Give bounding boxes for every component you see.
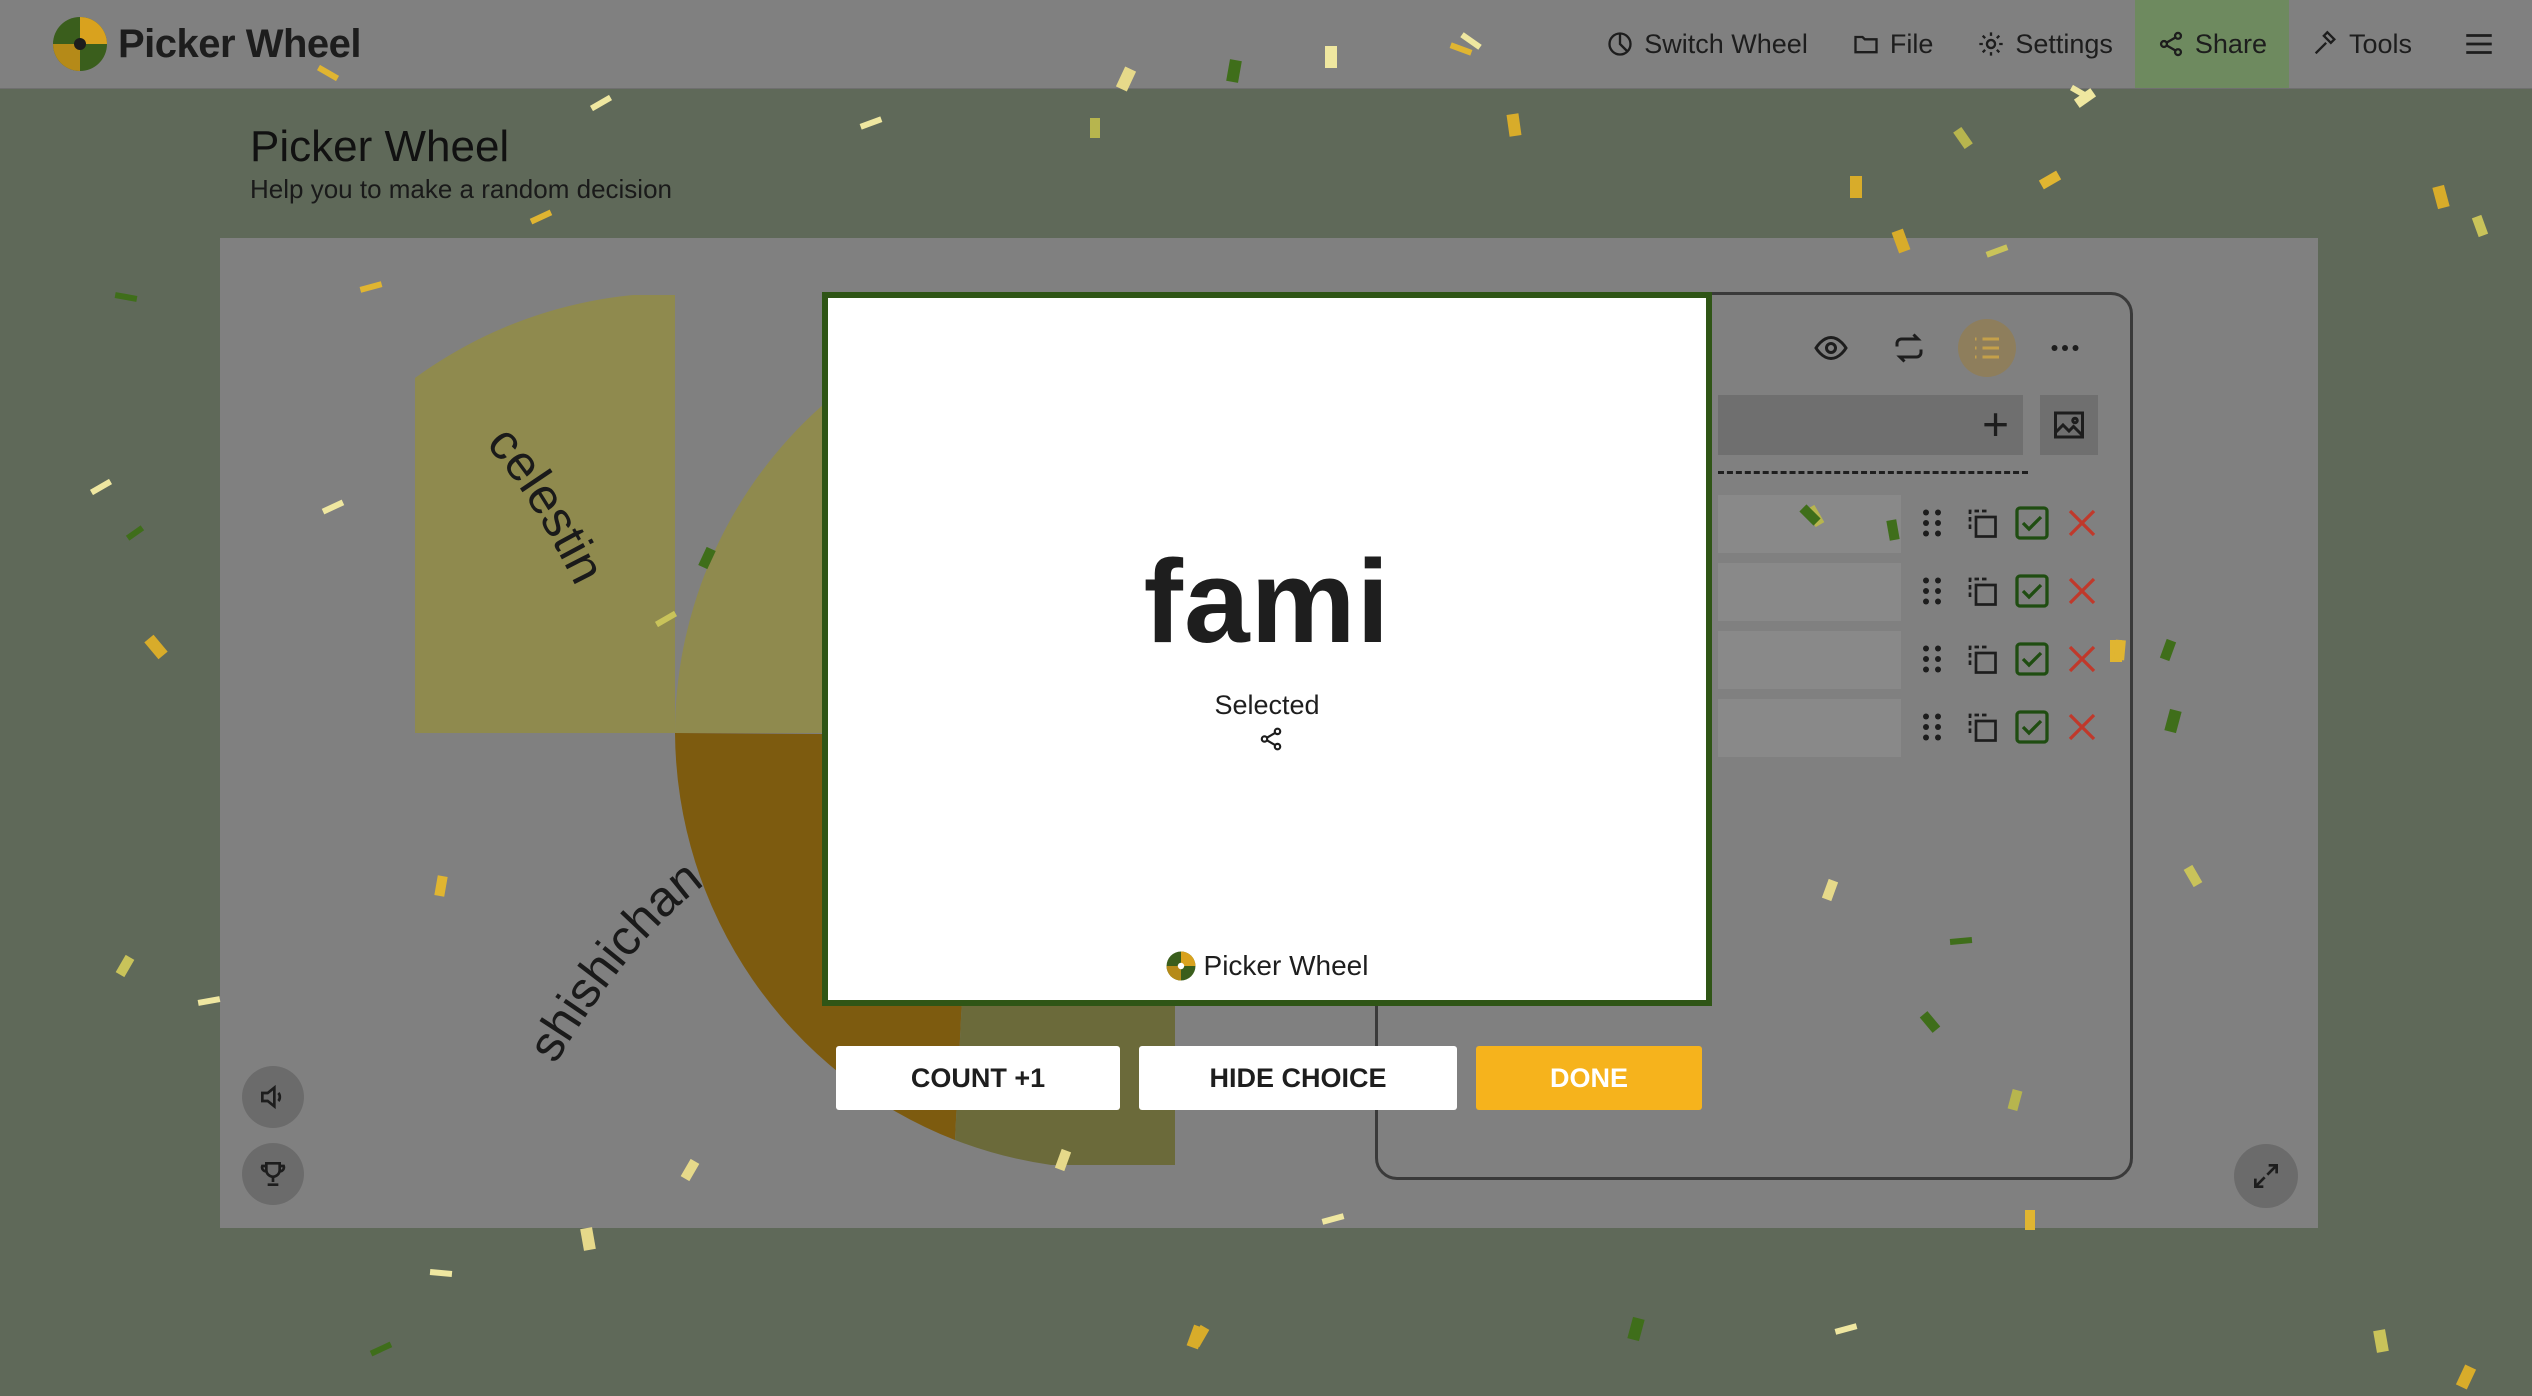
list-icon — [1975, 337, 1999, 359]
share-icon — [2159, 31, 2182, 57]
selected-result: fami — [1143, 536, 1391, 668]
gear-icon — [1979, 32, 2004, 56]
entries-divider — [1718, 471, 2028, 474]
main-nav: Switch Wheel File Settings Share Tools — [1584, 0, 2532, 88]
drag-handle-icon[interactable] — [1914, 641, 1950, 677]
repeat-icon — [1895, 333, 1923, 363]
duplicate-icon[interactable] — [1964, 641, 2000, 677]
modal-brand-name: Picker Wheel — [1203, 950, 1369, 981]
add-image-button[interactable] — [2040, 395, 2098, 455]
nav-switch-wheel[interactable]: Switch Wheel — [1584, 0, 1830, 88]
nav-share[interactable]: Share — [2134, 0, 2289, 88]
drag-handle-icon[interactable] — [1914, 505, 1950, 541]
list-item — [1718, 631, 2118, 689]
nav-tools[interactable]: Tools — [2289, 0, 2434, 88]
checkbox-checked-icon[interactable] — [2014, 709, 2050, 745]
share-result-icon[interactable] — [1258, 726, 1284, 752]
wheel-label-shishichan: shishichan — [517, 849, 712, 1070]
nav-share-label: Share — [2194, 28, 2267, 59]
nav-switch-wheel-label: Switch Wheel — [1644, 28, 1808, 59]
pie-chart-icon — [1608, 32, 1632, 56]
entry-field[interactable] — [1718, 495, 1901, 553]
nav-settings-label: Settings — [2015, 28, 2113, 59]
entries-toolbar — [1802, 319, 2094, 377]
plus-icon[interactable]: + — [1982, 401, 2009, 447]
speaker-icon — [261, 1084, 282, 1110]
drag-handle-icon[interactable] — [1914, 573, 1950, 609]
toggle-visibility-button[interactable] — [1802, 319, 1860, 377]
page-title: Picker Wheel — [250, 122, 510, 171]
picker-wheel-logo-icon — [53, 17, 107, 71]
trophy-icon — [260, 1162, 286, 1186]
page-subtitle: Help you to make a random decision — [250, 174, 673, 204]
result-status: Selected — [1214, 690, 1320, 720]
checkbox-checked-icon[interactable] — [2014, 641, 2050, 677]
done-button[interactable]: DONE — [1476, 1046, 1702, 1110]
delete-icon[interactable] — [2064, 641, 2100, 677]
duplicate-icon[interactable] — [1964, 709, 2000, 745]
nav-file-label: File — [1889, 28, 1934, 59]
checkbox-checked-icon[interactable] — [2014, 573, 2050, 609]
image-icon — [2054, 411, 2084, 439]
add-entry-input[interactable]: + — [1718, 395, 2023, 455]
duplicate-icon[interactable] — [1964, 505, 2000, 541]
picker-wheel-logo-icon — [1166, 951, 1195, 981]
entry-field[interactable] — [1718, 631, 1901, 689]
checkbox-checked-icon[interactable] — [2014, 505, 2050, 541]
nav-file[interactable]: File — [1830, 0, 1956, 88]
nav-settings[interactable]: Settings — [1955, 0, 2135, 88]
entry-field[interactable] — [1718, 563, 1901, 621]
eye-icon — [1814, 335, 1848, 361]
modal-brand: Picker Wheel — [828, 950, 1706, 982]
duplicate-icon[interactable] — [1964, 573, 2000, 609]
count-plus-one-button[interactable]: COUNT +1 — [836, 1046, 1120, 1110]
top-navbar: Picker Wheel Switch Wheel File Settings … — [0, 0, 2532, 89]
nav-tools-label: Tools — [2348, 28, 2412, 59]
shuffle-button[interactable] — [1880, 319, 1938, 377]
folder-icon — [1854, 35, 1878, 54]
list-item — [1718, 563, 2118, 621]
fullscreen-button[interactable] — [2234, 1144, 2298, 1208]
list-item — [1718, 495, 2118, 553]
page-header — [220, 90, 2318, 238]
list-item — [1718, 699, 2118, 757]
hide-choice-button[interactable]: HIDE CHOICE — [1139, 1046, 1457, 1110]
trophy-button[interactable] — [242, 1143, 304, 1205]
entry-field[interactable] — [1718, 699, 1901, 757]
list-view-button[interactable] — [1958, 319, 2016, 377]
hammer-icon — [2314, 30, 2336, 55]
more-options-button[interactable] — [2036, 319, 2094, 377]
drag-handle-icon[interactable] — [1914, 709, 1950, 745]
hamburger-menu-icon — [2466, 34, 2492, 54]
delete-icon[interactable] — [2064, 505, 2100, 541]
delete-icon[interactable] — [2064, 709, 2100, 745]
menu-button[interactable] — [2434, 0, 2532, 88]
brand-link[interactable]: Picker Wheel — [52, 16, 362, 72]
sound-toggle-button[interactable] — [242, 1066, 304, 1128]
more-horizontal-icon — [2051, 345, 2079, 351]
result-dialog: fami Selected Picker Wheel — [822, 292, 1712, 1006]
brand-name: Picker Wheel — [118, 21, 362, 66]
expand-icon — [2254, 1164, 2278, 1188]
delete-icon[interactable] — [2064, 573, 2100, 609]
